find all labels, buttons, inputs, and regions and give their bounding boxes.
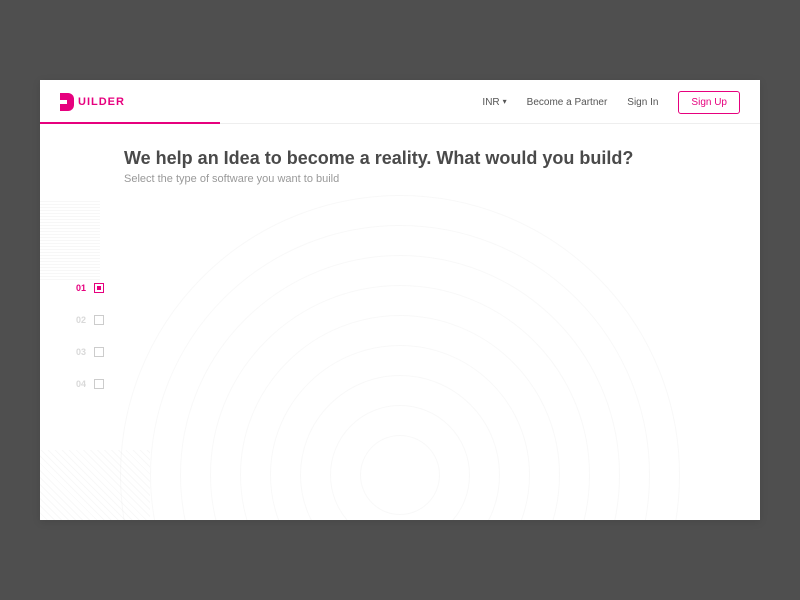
progress-indicator	[40, 122, 220, 124]
step-box-icon	[94, 315, 104, 325]
step-1[interactable]: 01	[72, 283, 104, 293]
page-title: We help an Idea to become a reality. Wha…	[124, 148, 760, 169]
step-2[interactable]: 02	[72, 315, 104, 325]
page-subtitle: Select the type of software you want to …	[124, 173, 760, 185]
logo[interactable]: UILDER	[60, 93, 125, 111]
header: UILDER INR ▾ Become a Partner Sign In Si…	[40, 80, 760, 124]
currency-selector[interactable]: INR ▾	[482, 97, 506, 108]
headline-block: We help an Idea to become a reality. Wha…	[40, 124, 760, 185]
step-4[interactable]: 04	[72, 379, 104, 389]
become-partner-link[interactable]: Become a Partner	[527, 97, 608, 108]
step-3[interactable]: 03	[72, 347, 104, 357]
currency-label: INR	[482, 97, 499, 108]
sign-up-button[interactable]: Sign Up	[678, 91, 740, 114]
step-box-icon	[94, 347, 104, 357]
sign-in-link[interactable]: Sign In	[627, 97, 658, 108]
app-window: UILDER INR ▾ Become a Partner Sign In Si…	[40, 80, 760, 520]
step-box-icon	[94, 379, 104, 389]
decorative-lines	[40, 450, 150, 520]
step-number: 01	[72, 283, 86, 293]
step-box-icon	[94, 283, 104, 293]
step-number: 04	[72, 379, 86, 389]
header-nav: INR ▾ Become a Partner Sign In Sign Up	[482, 91, 740, 114]
decorative-rings	[100, 175, 700, 520]
chevron-down-icon: ▾	[503, 98, 507, 106]
decorative-lines	[40, 200, 100, 280]
logo-mark-icon	[60, 93, 74, 111]
logo-text: UILDER	[78, 96, 125, 108]
step-rail: 01 02 03 04	[72, 283, 104, 389]
step-number: 03	[72, 347, 86, 357]
step-number: 02	[72, 315, 86, 325]
